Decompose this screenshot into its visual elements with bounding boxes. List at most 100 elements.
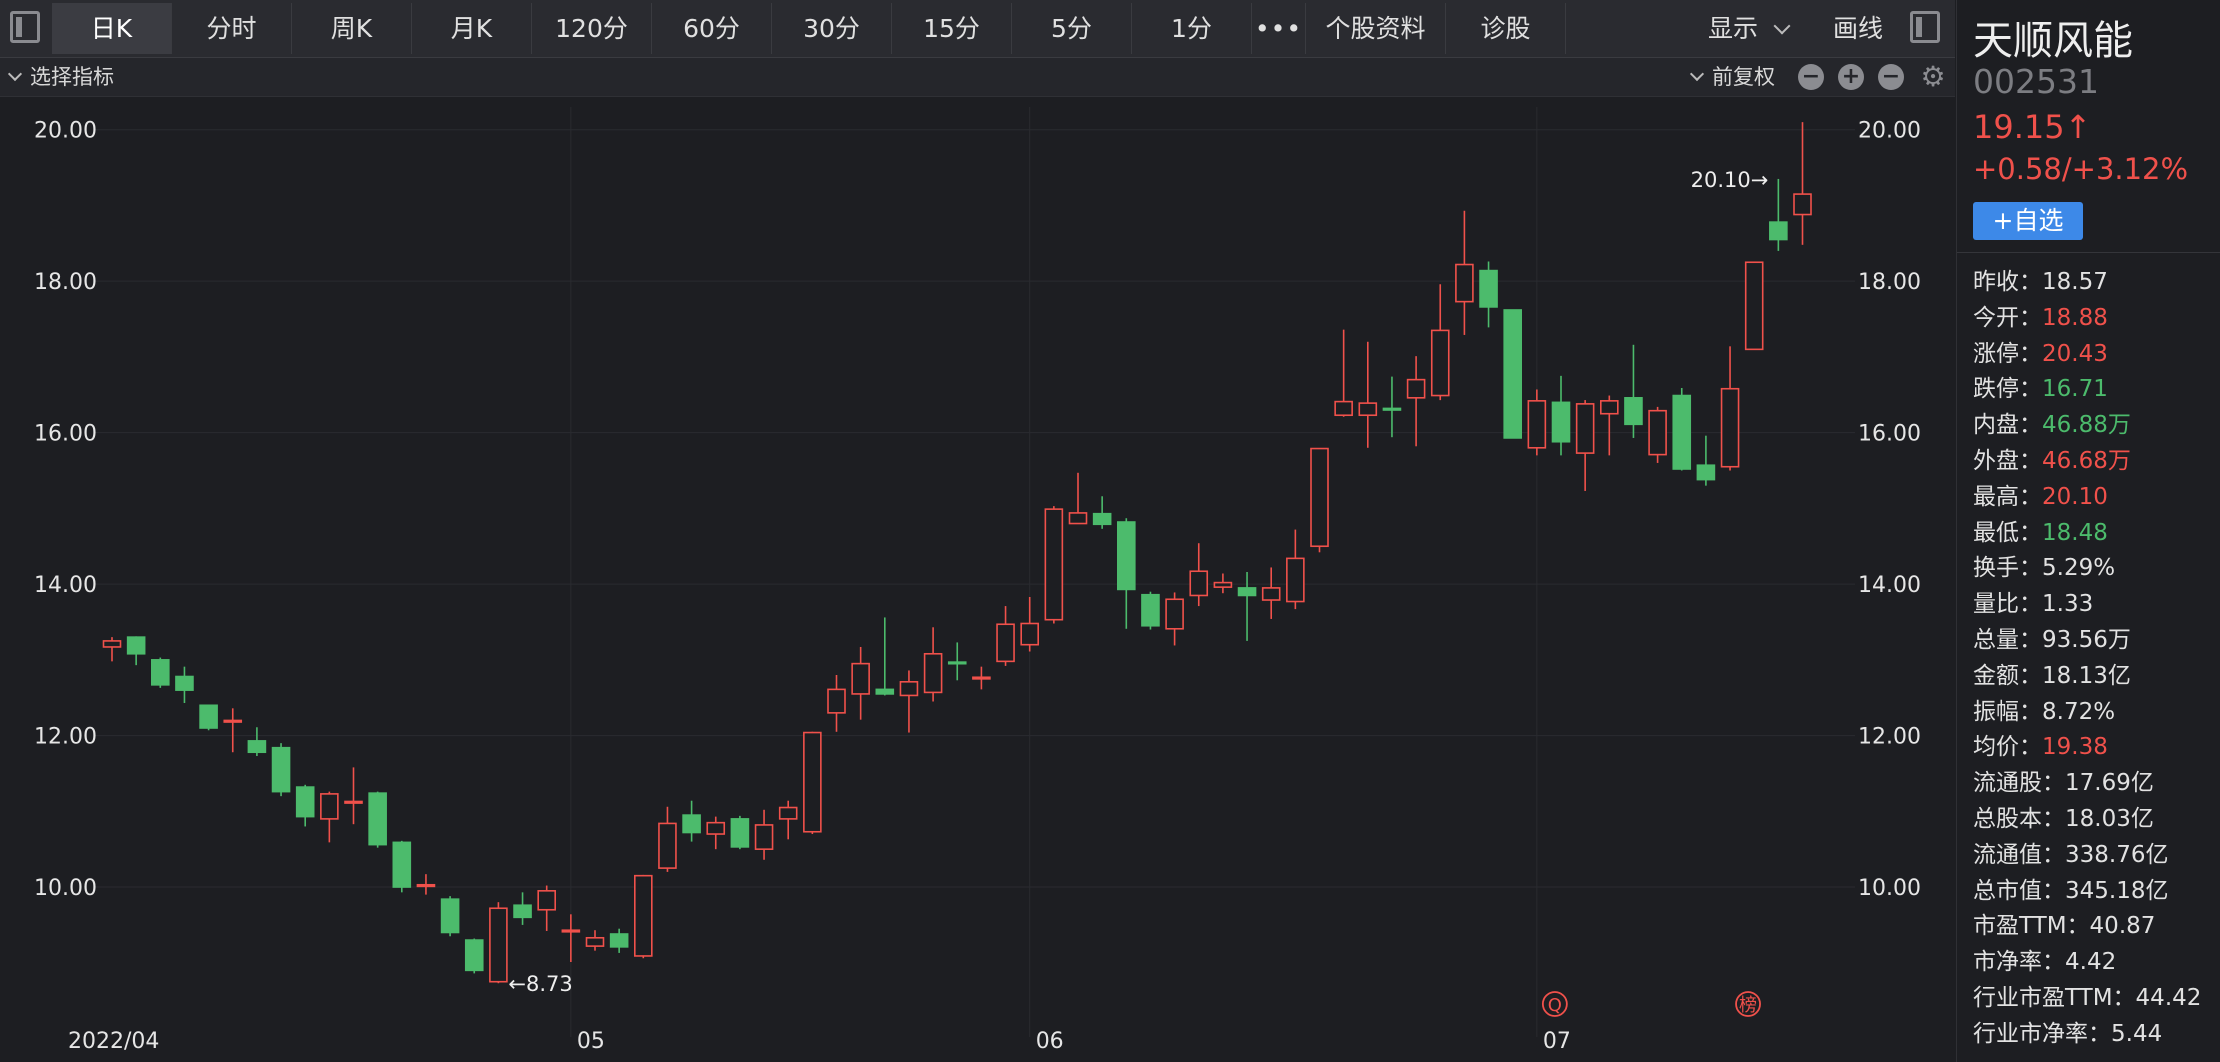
candle-body[interactable] [1793,193,1812,216]
candle-body[interactable] [1334,400,1353,417]
candle-body[interactable] [1165,598,1184,630]
candle-body[interactable] [368,792,387,846]
candle-body[interactable] [561,929,581,933]
candle-body[interactable] [464,939,484,972]
candle-body[interactable] [1044,508,1064,621]
tab-30min[interactable]: 30分 [772,3,892,54]
candlestick-chart[interactable]: 20.00 20.00 18.00 18.00 16.00 16.00 14.00 14.00… [0,97,1955,1062]
candle-body[interactable] [223,719,243,723]
candle-body[interactable] [1068,512,1088,525]
candle-body[interactable] [1310,447,1329,548]
tab-monthly-k[interactable]: 月K [412,3,532,54]
gear-icon[interactable]: ⚙ [1918,62,1948,92]
indicator-selector[interactable]: 选择指标 [7,58,114,96]
candle-body[interactable] [1600,400,1619,415]
candle-body[interactable] [851,662,870,695]
candle-body[interactable] [102,640,122,648]
candle-body[interactable] [320,793,339,820]
event-marker-label[interactable]: Q [1548,995,1562,1016]
candle-body[interactable] [899,681,919,697]
candle-body[interactable] [875,688,895,695]
candle-body[interactable] [1189,570,1209,597]
left-panel-toggle-icon[interactable] [10,11,40,43]
candle-body[interactable] [513,904,532,919]
candle-body[interactable] [1455,263,1474,303]
candle-body[interactable] [585,936,605,947]
candle-body[interactable] [344,800,363,804]
candle-body[interactable] [247,740,267,754]
tab-stock-diagnosis[interactable]: 诊股 [1446,3,1566,54]
tab-120min[interactable]: 120分 [532,3,652,54]
candle-body[interactable] [633,874,653,957]
draw-line-button[interactable]: 画线 [1818,3,1898,54]
event-marker-label[interactable]: 榜 [1739,995,1757,1016]
candle-body[interactable] [1141,593,1160,627]
candle-body[interactable] [1769,221,1788,241]
candle-body[interactable] [126,636,146,655]
y-tick-label-right: 14.00 [1858,573,1921,598]
candle-body[interactable] [996,623,1015,663]
candle-body[interactable] [609,933,629,948]
add-watchlist-button[interactable]: +自选 [1973,202,2083,240]
candle-body[interactable] [1624,397,1643,426]
candle-body[interactable] [1237,587,1257,597]
tab-60min[interactable]: 60分 [652,3,772,54]
tab-15min[interactable]: 15分 [892,3,1012,54]
candle-body[interactable] [1479,269,1498,308]
candle-body[interactable] [1430,329,1450,397]
stat-label: 行业市盈TTM： [1973,985,2136,1011]
tab-1min[interactable]: 1分 [1132,3,1252,54]
candle-body[interactable] [392,841,412,888]
candle-body[interactable] [1213,581,1233,588]
candle-body[interactable] [1117,521,1136,591]
candle-body[interactable] [658,822,677,869]
candle-body[interactable] [1092,512,1112,526]
candle-body[interactable] [1551,401,1571,443]
candle-body[interactable] [1672,394,1692,470]
candle-body[interactable] [1744,261,1764,351]
candle-body[interactable] [416,883,436,888]
candle-body[interactable] [1575,403,1595,454]
candle-body[interactable] [1720,387,1740,468]
candle-body[interactable] [295,786,315,818]
zoom-in-icon[interactable]: + [1838,64,1864,90]
candle-body[interactable] [271,746,291,793]
candle-body[interactable] [706,821,726,835]
candle-body[interactable] [1020,622,1040,646]
candle-body[interactable] [827,688,846,714]
candle-body[interactable] [923,652,943,694]
candle-body[interactable] [1286,557,1305,603]
candle-body[interactable] [754,824,774,850]
candle-body[interactable] [1503,309,1522,439]
candle-body[interactable] [1696,464,1716,481]
candle-body[interactable] [199,704,218,729]
candle-body[interactable] [730,818,750,848]
candle-body[interactable] [803,731,822,833]
candle-body[interactable] [1648,409,1667,456]
candle-body[interactable] [1358,402,1378,417]
candle-body[interactable] [489,907,508,983]
candle-body[interactable] [1406,378,1426,399]
right-panel-toggle-icon[interactable] [1910,11,1940,43]
candle-body[interactable] [440,898,460,934]
candle-body[interactable] [778,806,798,820]
minus-icon[interactable]: − [1798,64,1824,90]
candle-body[interactable] [175,675,194,691]
candle-body[interactable] [947,661,967,665]
adjust-selector[interactable]: 前复权 [1689,58,1775,96]
candle-body[interactable] [1261,587,1281,601]
candle-body[interactable] [972,676,991,680]
candle-body[interactable] [682,814,701,834]
tab-intraday[interactable]: 分时 [172,3,292,54]
tab-weekly-k[interactable]: 周K [292,3,412,54]
display-dropdown[interactable]: 显示 [1700,3,1796,54]
tab-5min[interactable]: 5分 [1012,3,1132,54]
tab-daily-k[interactable]: 日K [52,3,172,54]
candle-body[interactable] [537,890,557,911]
more-periods-button[interactable]: ••• [1252,3,1306,54]
tab-stock-profile[interactable]: 个股资料 [1306,3,1446,54]
candle-body[interactable] [1527,400,1547,449]
candle-body[interactable] [1382,407,1402,411]
candle-body[interactable] [151,659,170,686]
zoom-out-icon[interactable]: − [1878,64,1904,90]
